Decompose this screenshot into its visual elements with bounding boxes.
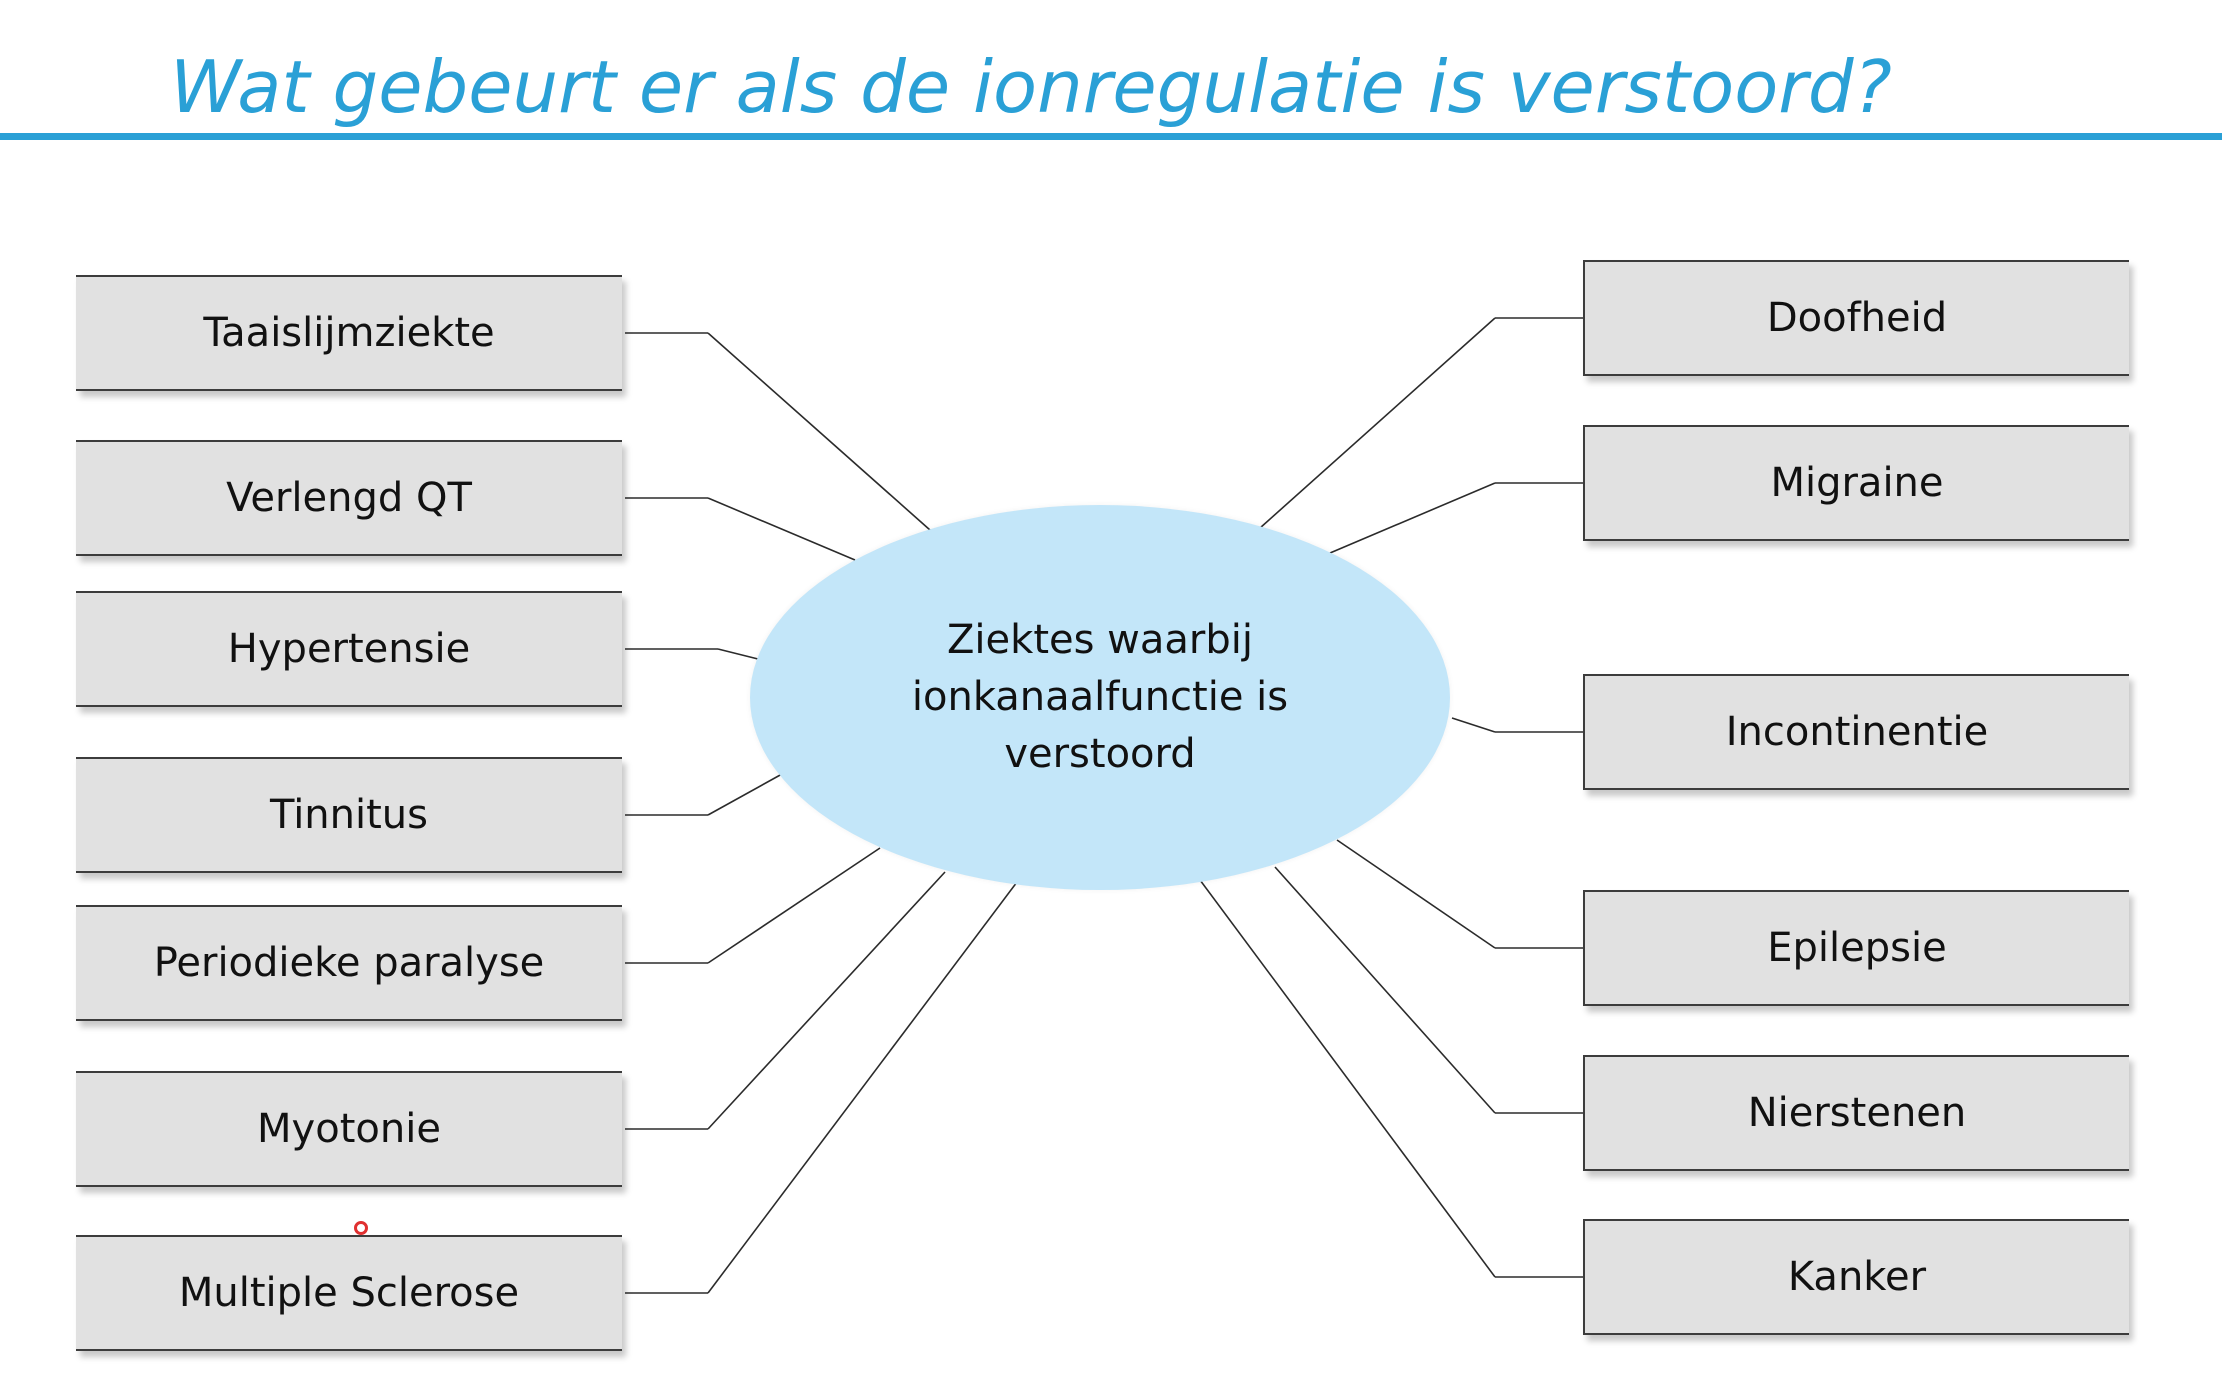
disease-box-nierstenen: Nierstenen: [1583, 1055, 2129, 1171]
disease-box-doofheid: Doofheid: [1583, 260, 2129, 376]
disease-label: Tinnitus: [269, 792, 428, 838]
connector-tinnitus-diag: [707, 773, 783, 816]
connector-verlengd-qt-diag: [707, 497, 856, 561]
disease-label: Multiple Sclerose: [178, 1270, 520, 1316]
disease-box-myotonie: Myotonie: [76, 1071, 622, 1187]
disease-label: Periodieke paralyse: [153, 940, 545, 986]
disease-box-epilepsie: Epilepsie: [1583, 890, 2129, 1006]
disease-label: Migraine: [1770, 460, 1944, 506]
connector-nierstenen-diag: [1274, 866, 1496, 1114]
disease-box-multiple-sclerose: Multiple Sclerose: [76, 1235, 622, 1351]
disease-box-taaislijmziekte: Taaislijmziekte: [76, 275, 622, 391]
disease-label: Hypertensie: [227, 626, 471, 672]
disease-label: Epilepsie: [1767, 925, 1947, 971]
connector-doofheid-diag: [1259, 317, 1496, 529]
center-text-line: verstoord: [1004, 731, 1196, 777]
center-concept-ellipse: Ziektes waarbij ionkanaalfunctie is vers…: [750, 505, 1450, 890]
center-text-line: ionkanaalfunctie is: [911, 674, 1289, 720]
center-concept-text: Ziektes waarbij ionkanaalfunctie is vers…: [912, 612, 1288, 783]
disease-label: Myotonie: [257, 1106, 441, 1152]
connector-incontinentie-diag: [1451, 717, 1496, 733]
connector-periodieke-paralyse-diag: [707, 847, 881, 964]
disease-box-periodieke-paralyse: Periodieke paralyse: [76, 905, 622, 1021]
disease-label: Verlengd QT: [226, 475, 472, 521]
center-text-line: Ziektes waarbij: [947, 617, 1253, 663]
disease-box-kanker: Kanker: [1583, 1219, 2129, 1335]
disease-box-incontinentie: Incontinentie: [1583, 674, 2129, 790]
connector-epilepsie-diag: [1336, 839, 1496, 949]
disease-label: Kanker: [1787, 1254, 1927, 1300]
disease-box-verlengd-qt: Verlengd QT: [76, 440, 622, 556]
disease-box-migraine: Migraine: [1583, 425, 2129, 541]
connector-kanker-diag: [1199, 879, 1496, 1278]
connector-taaislijmziekte-diag: [707, 332, 931, 531]
connector-myotonie-diag: [707, 871, 946, 1130]
disease-box-hypertensie: Hypertensie: [76, 591, 622, 707]
connector-migraine-diag: [1329, 482, 1496, 554]
disease-label: Incontinentie: [1725, 709, 1989, 755]
disease-box-tinnitus: Tinnitus: [76, 757, 622, 873]
connector-multiple-sclerose-diag: [707, 881, 1018, 1294]
laser-pointer-icon: [354, 1221, 368, 1235]
connector-hypertensie-diag: [717, 648, 763, 661]
disease-label: Doofheid: [1766, 295, 1948, 341]
disease-label: Nierstenen: [1747, 1090, 1967, 1136]
disease-label: Taaislijmziekte: [203, 310, 495, 356]
